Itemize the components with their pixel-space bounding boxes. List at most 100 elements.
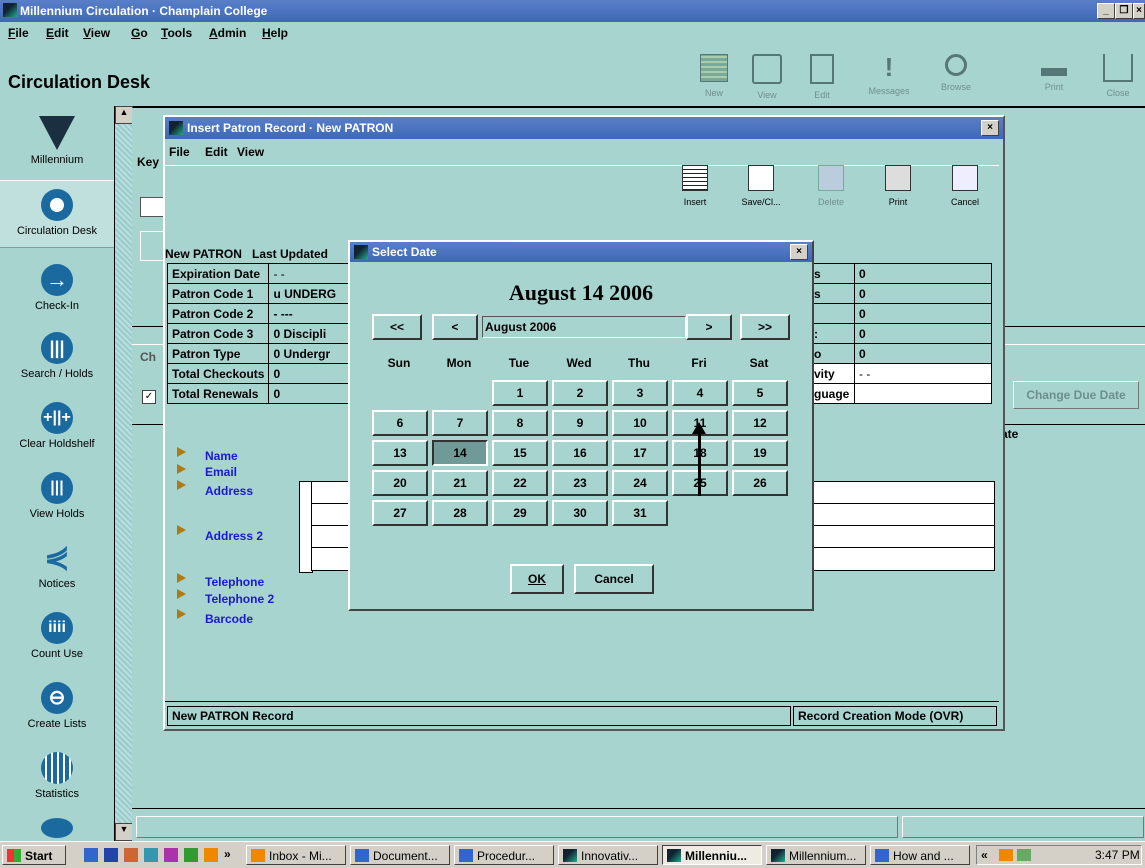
start-button[interactable]: Start	[2, 845, 66, 865]
field-row[interactable]: vity - -	[809, 363, 992, 384]
field-row[interactable]: Expiration Date - -	[166, 263, 359, 284]
task-button[interactable]: Innovativ...	[558, 845, 658, 865]
field-row[interactable]: Total Renewals 0	[166, 383, 359, 404]
field-row[interactable]: Patron Code 2- ---	[166, 303, 359, 324]
calendar-day[interactable]: 13	[372, 440, 428, 466]
menu-edit[interactable]: Edit	[46, 26, 69, 40]
calendar-day[interactable]: 16	[552, 440, 608, 466]
var-field-telephone[interactable]: Telephone	[205, 575, 264, 589]
next-month-button[interactable]: >	[686, 314, 732, 340]
checkbox[interactable]: ✓	[142, 390, 156, 404]
ie-icon[interactable]	[84, 848, 98, 862]
calendar-day[interactable]: 3	[612, 380, 668, 406]
patron-window-close-button[interactable]: ×	[981, 120, 999, 136]
patron-menu-edit[interactable]: Edit	[205, 145, 228, 159]
nav-item-more[interactable]	[0, 818, 114, 842]
toolbar-view-button[interactable]: View	[742, 50, 792, 104]
calendar-day[interactable]: 8	[492, 410, 548, 436]
field-row[interactable]: guage	[809, 383, 992, 404]
calendar-day[interactable]: 23	[552, 470, 608, 496]
next-year-button[interactable]: >>	[740, 314, 790, 340]
calendar-day[interactable]: 27	[372, 500, 428, 526]
minimize-button[interactable]: _	[1097, 3, 1115, 19]
toolbar-edit-button[interactable]: Edit	[797, 50, 847, 104]
field-row[interactable]: s0	[809, 263, 992, 284]
insert-button[interactable]: Insert	[665, 165, 725, 207]
menu-view[interactable]: View	[83, 26, 110, 40]
toolbar-print-button[interactable]: Print	[1029, 50, 1079, 104]
calendar-day[interactable]: 2	[552, 380, 608, 406]
nav-item-view-holds[interactable]: ||| View Holds	[0, 472, 114, 520]
change-due-date-button[interactable]: Change Due Date	[1013, 381, 1139, 409]
task-button[interactable]: Procedur...	[454, 845, 554, 865]
field-row[interactable]: Patron Code 1u UNDERG	[166, 283, 359, 304]
calendar-day[interactable]: 6	[372, 410, 428, 436]
toolbar-messages-button[interactable]: ! Messages	[858, 50, 920, 104]
task-button[interactable]: Document...	[350, 845, 450, 865]
var-field-email[interactable]: Email	[205, 465, 237, 479]
calendar-day[interactable]: 22	[492, 470, 548, 496]
menu-admin[interactable]: Admin	[209, 26, 246, 40]
menu-tools[interactable]: Tools	[161, 26, 192, 40]
calendar-day[interactable]: 5	[732, 380, 788, 406]
word-icon[interactable]	[104, 848, 118, 862]
field-row[interactable]: 0	[809, 303, 992, 324]
field-value[interactable]: 0	[854, 263, 992, 284]
delete-button[interactable]: Delete	[801, 165, 861, 207]
clock-app-icon[interactable]	[204, 848, 218, 862]
calendar-day[interactable]: 26	[732, 470, 788, 496]
task-button-active[interactable]: Millenniu...	[662, 845, 762, 865]
field-value[interactable]: 0	[854, 283, 992, 304]
field-value[interactable]: 0	[854, 343, 992, 364]
cancel-button[interactable]: Cancel	[935, 165, 995, 207]
quick-launch-chevron[interactable]: »	[224, 847, 231, 861]
powerpoint-icon[interactable]	[164, 848, 178, 862]
nav-item-statistics[interactable]: Statistics	[0, 752, 114, 800]
menu-file[interactable]: File	[8, 26, 29, 40]
var-field-barcode[interactable]: Barcode	[205, 612, 253, 626]
calendar-day[interactable]: 21	[432, 470, 488, 496]
excel-icon[interactable]	[184, 848, 198, 862]
field-row[interactable]: :0	[809, 323, 992, 344]
task-button[interactable]: Millennium...	[766, 845, 866, 865]
calendar-day[interactable]: 12	[732, 410, 788, 436]
field-value[interactable]: 0	[268, 363, 359, 384]
scroll-up-arrow-icon[interactable]: ▲	[115, 106, 133, 124]
key-input[interactable]	[140, 197, 164, 217]
field-value[interactable]: 0 Discipli	[268, 323, 359, 344]
field-value[interactable]: - -	[268, 263, 359, 284]
field-value[interactable]: 0 Undergr	[268, 343, 359, 364]
outlook-icon[interactable]	[124, 848, 138, 862]
print-button[interactable]: Print	[868, 165, 928, 207]
calendar-day[interactable]: 31	[612, 500, 668, 526]
calendar-day[interactable]: 29	[492, 500, 548, 526]
left-nav-scrollbar[interactable]: ▲ ▼	[114, 106, 133, 841]
field-row[interactable]: Patron Code 30 Discipli	[166, 323, 359, 344]
field-row[interactable]: s0	[809, 283, 992, 304]
var-field-telephone-2[interactable]: Telephone 2	[205, 592, 274, 606]
nav-item-millennium[interactable]: Millennium	[0, 116, 114, 166]
tray-app-icon[interactable]	[999, 849, 1013, 861]
task-button[interactable]: How and ...	[870, 845, 970, 865]
var-field-address-2[interactable]: Address 2	[205, 529, 263, 543]
window-close-button[interactable]: ×	[1133, 3, 1145, 19]
patron-menu-view[interactable]: View	[237, 145, 264, 159]
cancel-date-button[interactable]: Cancel	[574, 564, 654, 594]
calendar-day[interactable]: 1	[492, 380, 548, 406]
nav-item-notices[interactable]: ⋞ Notices	[0, 542, 114, 591]
toolbar-new-button[interactable]: New	[689, 50, 739, 104]
save-close-button[interactable]: Save/Cl...	[731, 165, 791, 207]
var-field-address[interactable]: Address	[205, 484, 253, 498]
field-value[interactable]: - -	[854, 363, 992, 384]
scroll-down-arrow-icon[interactable]: ▼	[115, 823, 133, 841]
date-dialog-close-button[interactable]: ×	[790, 244, 808, 260]
toolbar-browse-button[interactable]: Browse	[931, 50, 981, 104]
field-row[interactable]: o0	[809, 343, 992, 364]
nav-item-clear-holdshelf[interactable]: +||+ Clear Holdshelf	[0, 402, 114, 450]
field-value[interactable]: u UNDERG	[268, 283, 359, 304]
calendar-day-selected[interactable]: 14	[432, 440, 488, 466]
nav-item-count-use[interactable]: iiii Count Use	[0, 612, 114, 660]
publisher-icon[interactable]	[144, 848, 158, 862]
nav-item-check-in[interactable]: → Check-In	[0, 264, 114, 312]
calendar-day[interactable]: 24	[612, 470, 668, 496]
